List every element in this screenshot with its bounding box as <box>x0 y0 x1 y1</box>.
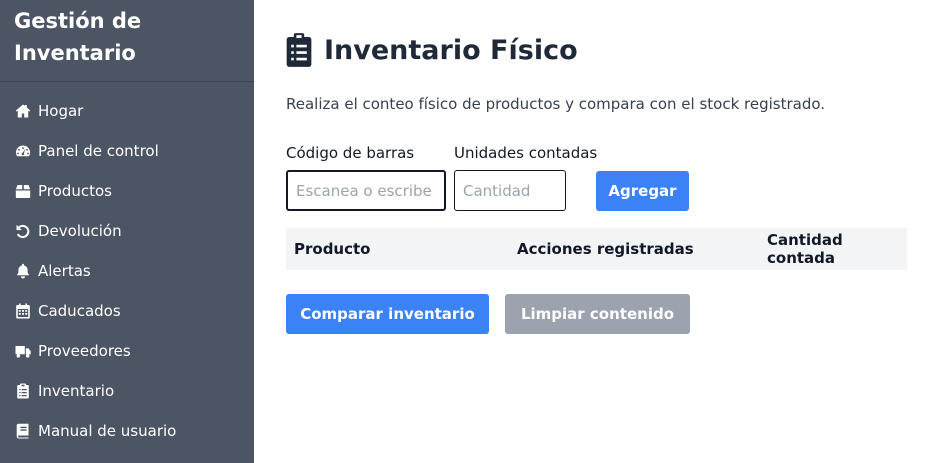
clear-content-button[interactable]: Limpiar contenido <box>505 294 690 334</box>
bell-icon <box>14 262 32 280</box>
sidebar-item-alertas[interactable]: Alertas <box>0 251 254 291</box>
column-header-acciones-registradas: Acciones registradas <box>517 240 694 258</box>
sidebar-item-label: Proveedores <box>38 342 131 360</box>
sidebar-item-label: Productos <box>38 182 112 200</box>
sidebar-item-inventario[interactable]: Inventario <box>0 371 254 411</box>
sidebar-item-manual-de-usuario[interactable]: Manual de usuario <box>0 411 254 451</box>
barcode-input[interactable] <box>286 170 446 211</box>
page-header: Inventario Físico <box>286 33 578 67</box>
sidebar-item-proveedores[interactable]: Proveedores <box>0 331 254 371</box>
quantity-label: Unidades contadas <box>454 144 598 162</box>
add-button[interactable]: Agregar <box>596 171 689 211</box>
app-title-line-2: Inventario <box>14 41 136 65</box>
sidebar-item-label: Alertas <box>38 262 91 280</box>
sidebar-item-label: Panel de control <box>38 142 159 160</box>
calendar-icon <box>14 302 32 320</box>
undo-icon <box>14 222 32 240</box>
home-icon <box>14 102 32 120</box>
box-icon <box>14 182 32 200</box>
truck-icon <box>14 342 32 360</box>
barcode-label: Código de barras <box>286 144 415 162</box>
quantity-input[interactable] <box>454 170 566 211</box>
sidebar-item-label: Caducados <box>38 302 121 320</box>
sidebar-item-label: Hogar <box>38 102 84 120</box>
table-header: Producto Acciones registradas Cantidad c… <box>286 228 907 270</box>
book-icon <box>14 422 32 440</box>
column-header-producto: Producto <box>294 240 371 258</box>
sidebar-item-productos[interactable]: Productos <box>0 171 254 211</box>
sidebar-item-hogar[interactable]: Hogar <box>0 91 254 131</box>
sidebar-item-caducados[interactable]: Caducados <box>0 291 254 331</box>
sidebar-item-label: Manual de usuario <box>38 422 177 440</box>
clipboard-icon <box>14 382 32 400</box>
page-title: Inventario Físico <box>324 34 578 66</box>
clipboard-list-icon <box>286 33 312 67</box>
app-title-line-1: Gestión de <box>14 9 142 33</box>
main-content: Inventario Físico Realiza el conteo físi… <box>254 0 940 463</box>
sidebar-item-label: Devolución <box>38 222 122 240</box>
sidebar-item-devolucion[interactable]: Devolución <box>0 211 254 251</box>
brand: Gestión de Inventario <box>0 0 254 82</box>
gauge-icon <box>14 142 32 160</box>
page-subtitle: Realiza el conteo físico de productos y … <box>286 95 826 113</box>
sidebar-item-label: Inventario <box>38 382 115 400</box>
sidebar-item-panel-de-control[interactable]: Panel de control <box>0 131 254 171</box>
compare-inventory-button[interactable]: Comparar inventario <box>286 294 489 334</box>
column-header-cantidad-contada: Cantidad contada <box>767 231 843 267</box>
sidebar: Gestión de Inventario Hogar Panel de con… <box>0 0 254 463</box>
sidebar-nav: Hogar Panel de control Productos Devoluc… <box>0 91 254 451</box>
